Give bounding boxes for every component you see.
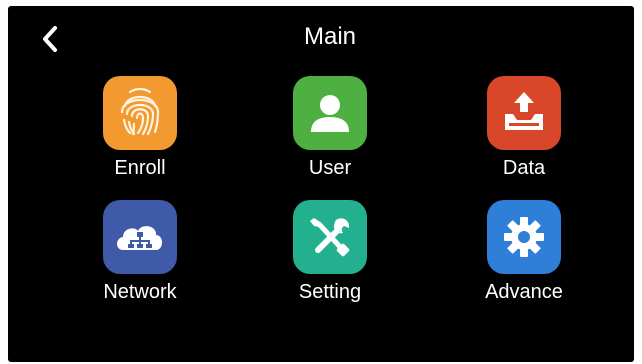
menu-item-label: Enroll	[114, 157, 166, 179]
menu-item-label: Network	[103, 281, 177, 303]
device-frame: Main Enroll User Data Network Setting Ad…	[0, 0, 642, 364]
user-icon	[293, 76, 367, 150]
menu-item-label: Data	[502, 157, 546, 179]
menu-item-label: User	[308, 157, 352, 179]
tools-icon	[293, 200, 367, 274]
menu-item-label: Advance	[485, 281, 563, 303]
menu-item-enroll[interactable]: Enroll	[60, 76, 220, 196]
menu-item-network[interactable]: Network	[60, 200, 220, 320]
data-tray-icon	[487, 76, 561, 150]
menu-item-user[interactable]: User	[250, 76, 410, 196]
gear-icon	[487, 200, 561, 274]
cloud-network-icon	[103, 200, 177, 274]
menu-item-setting[interactable]: Setting	[250, 200, 410, 320]
fingerprint-icon	[103, 76, 177, 150]
device-screen: Main Enroll User Data Network Setting Ad…	[8, 6, 634, 362]
menu-item-label: Setting	[298, 281, 362, 303]
menu-item-advance[interactable]: Advance	[444, 200, 604, 320]
menu-item-data[interactable]: Data	[444, 76, 604, 196]
page-title: Main	[303, 23, 357, 50]
